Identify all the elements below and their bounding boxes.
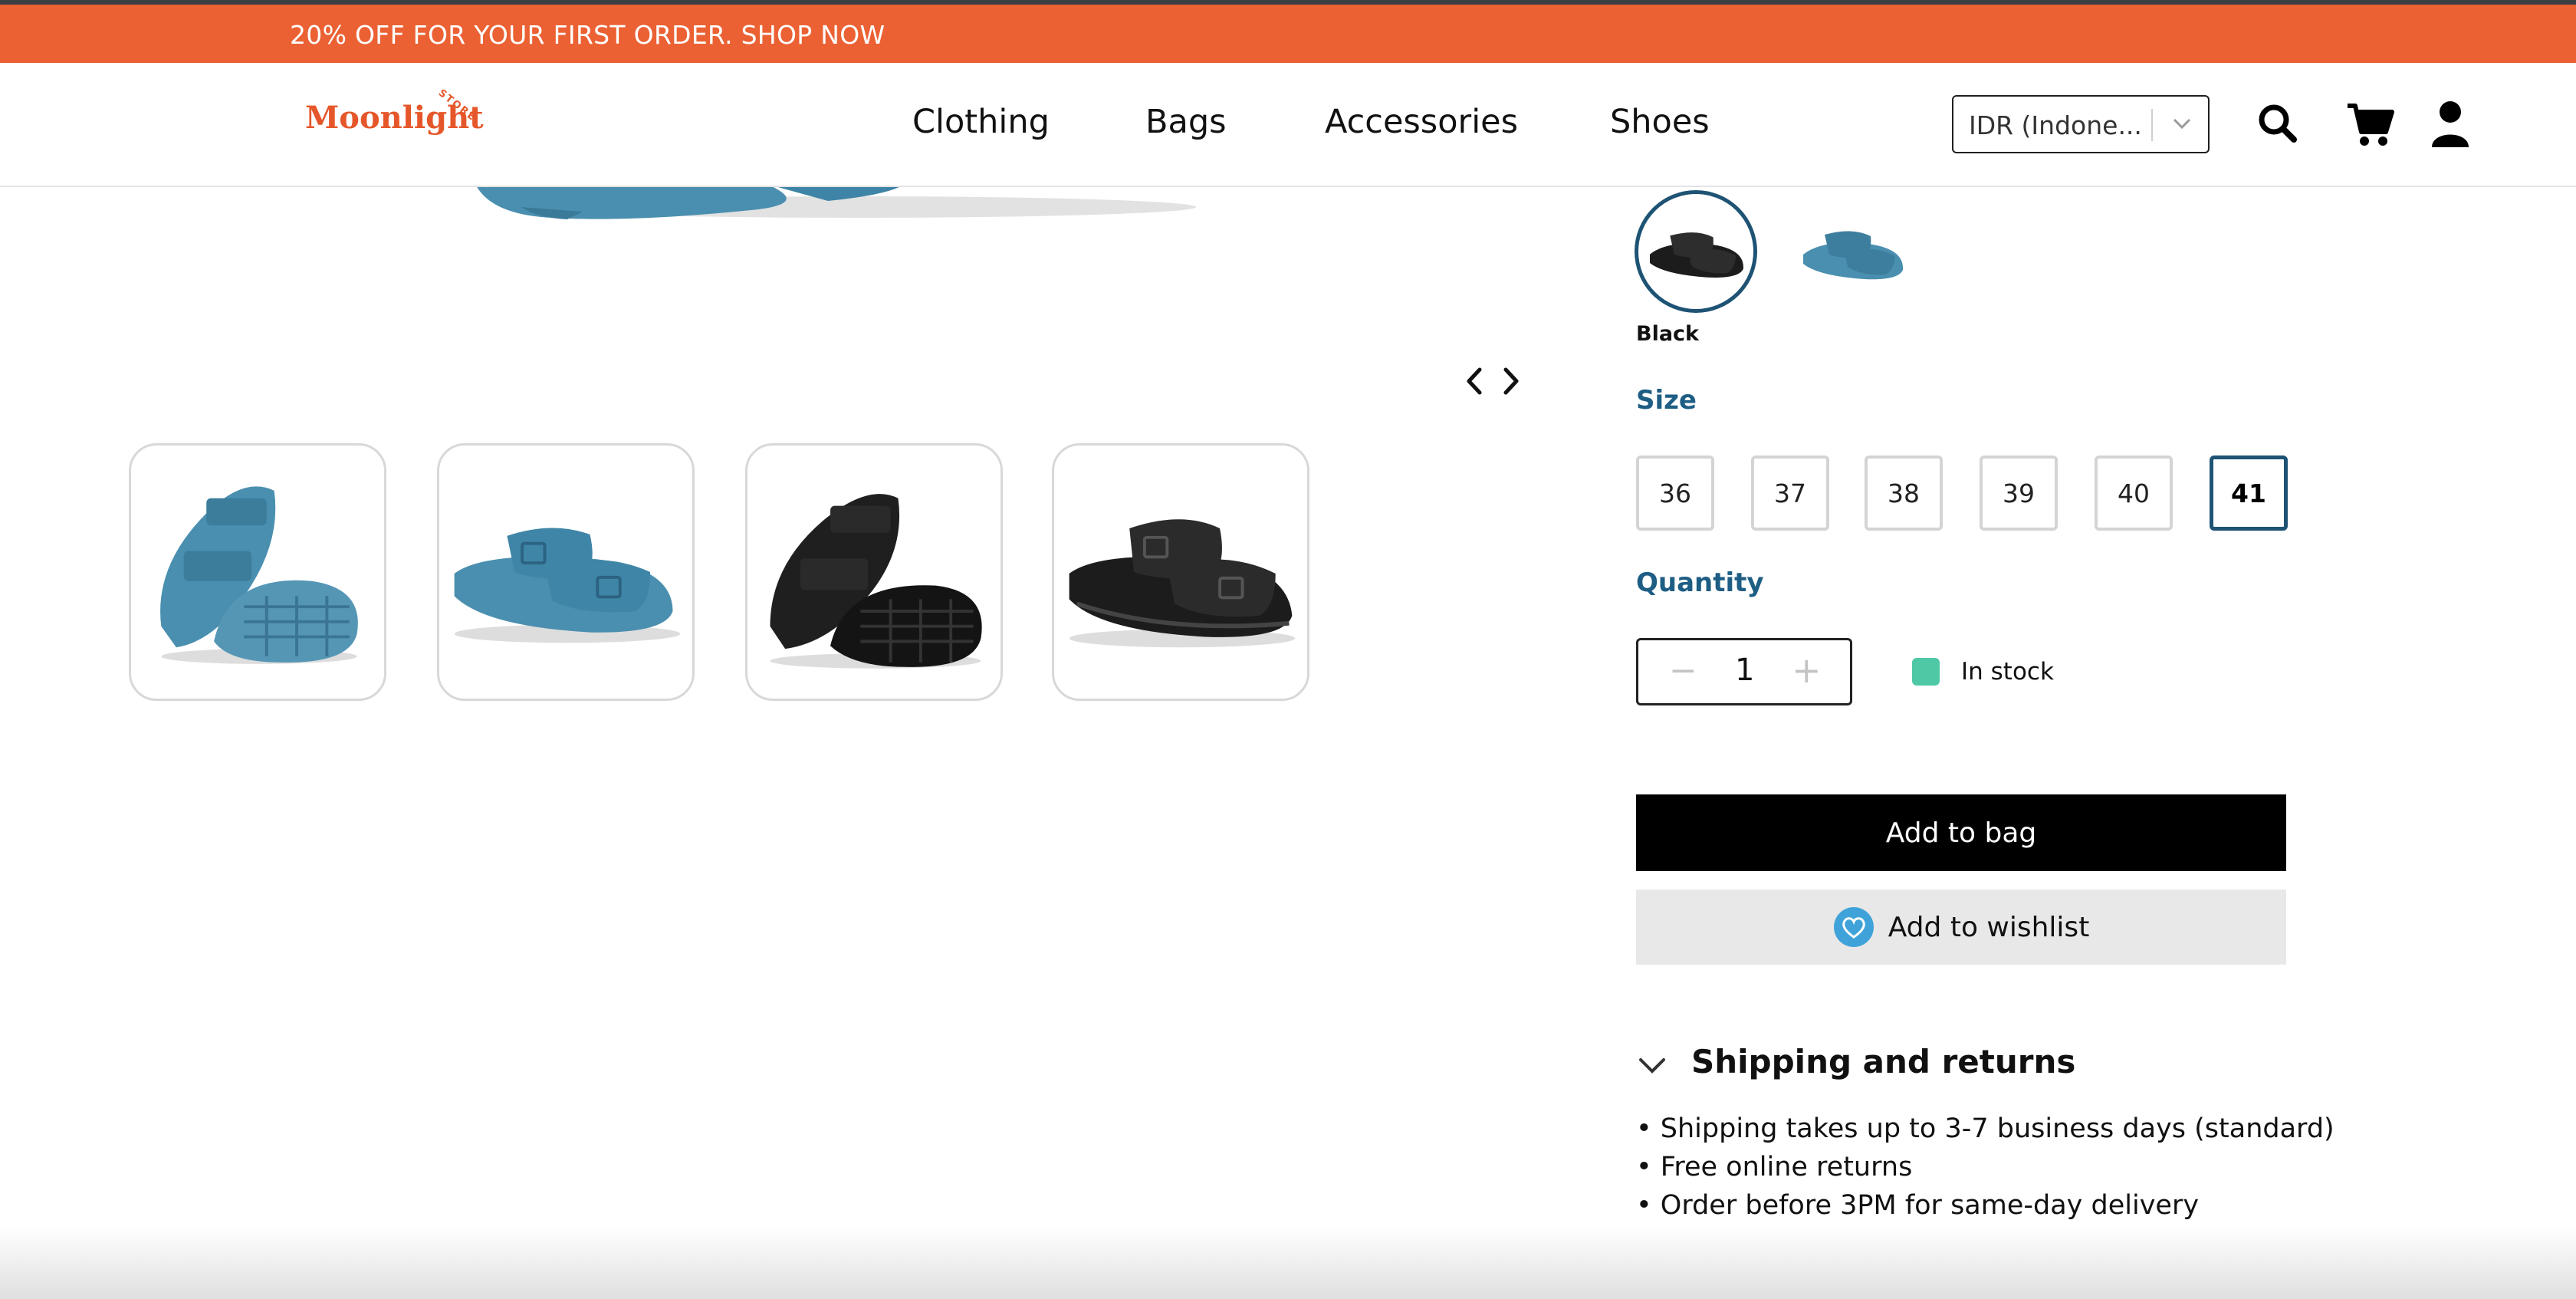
add-to-wishlist-label: Add to wishlist [1888,911,2090,943]
stock-status: In stock [1961,658,2054,686]
nav-shoes[interactable]: Shoes [1610,103,1710,141]
promo-banner[interactable]: 20% OFF FOR YOUR FIRST ORDER. SHOP NOW [0,0,2576,63]
size-heading: Size [1636,385,1697,416]
thumbnail-blue-top[interactable] [437,443,695,701]
cart-icon[interactable] [2343,97,2398,152]
sandal-image [1803,231,1904,280]
size-option-41-selected[interactable]: 41 [2210,455,2288,531]
currency-value: IDR (Indone... [1969,110,2142,140]
thumbnail-black-side[interactable] [745,443,1003,701]
color-swatch-blue[interactable] [1791,190,1914,313]
nav-bags[interactable]: Bags [1145,103,1227,141]
sandal-image [1069,519,1296,648]
store-logo[interactable]: Moonlight STORE [305,87,484,136]
chevron-left-icon[interactable] [1457,360,1490,402]
currency-select[interactable]: IDR (Indone... [1952,95,2210,153]
size-option-38[interactable]: 38 [1865,455,1943,531]
chevron-down-icon[interactable] [1636,1052,1668,1080]
user-icon[interactable] [2423,97,2478,152]
selected-color-label: Black [1636,322,1700,346]
add-to-bag-button[interactable]: Add to bag [1636,794,2286,871]
shipping-info-line: • Shipping takes up to 3-7 business days… [1636,1113,2334,1144]
add-to-bag-label: Add to bag [1885,817,2037,849]
quantity-value[interactable]: 1 [1735,653,1754,688]
quantity-increase-button[interactable]: + [1792,650,1822,691]
sandal-image [1650,232,1743,278]
thumbnail-black-top[interactable] [1052,443,1309,701]
quantity-heading: Quantity [1636,567,1764,598]
thumbnail-blue-side[interactable] [129,443,386,701]
search-icon[interactable] [2251,97,2306,152]
color-swatch-black[interactable] [1635,190,1757,313]
chevron-right-icon[interactable] [1495,360,1529,402]
chevron-down-icon [2173,118,2191,130]
sandal-image [454,528,681,643]
size-option-40[interactable]: 40 [2095,455,2173,531]
promo-text[interactable]: 20% OFF FOR YOUR FIRST ORDER. SHOP NOW [290,20,886,50]
sandal-image [770,494,982,669]
size-option-36[interactable]: 36 [1636,455,1714,531]
currency-divider [2151,109,2153,141]
main-product-image [475,184,1196,219]
stock-indicator-icon [1912,658,1940,686]
size-option-37[interactable]: 37 [1751,455,1829,531]
page-bottom-shadow [0,1227,2576,1299]
shipping-info-line: • Free online returns [1636,1152,1913,1182]
shipping-returns-toggle[interactable]: Shipping and returns [1691,1043,2075,1080]
sandal-image [160,486,358,664]
nav-accessories[interactable]: Accessories [1325,103,1518,141]
quantity-decrease-button[interactable]: − [1669,651,1697,690]
heart-icon [1833,907,1874,947]
shipping-info-line: • Order before 3PM for same-day delivery [1636,1190,2200,1221]
site-header: Moonlight STORE Clothing Bags Accessorie… [0,63,2576,187]
size-option-39[interactable]: 39 [1980,455,2058,531]
add-to-wishlist-button[interactable]: Add to wishlist [1636,890,2286,965]
nav-clothing[interactable]: Clothing [912,103,1050,141]
quantity-stepper: − 1 + [1636,638,1852,705]
